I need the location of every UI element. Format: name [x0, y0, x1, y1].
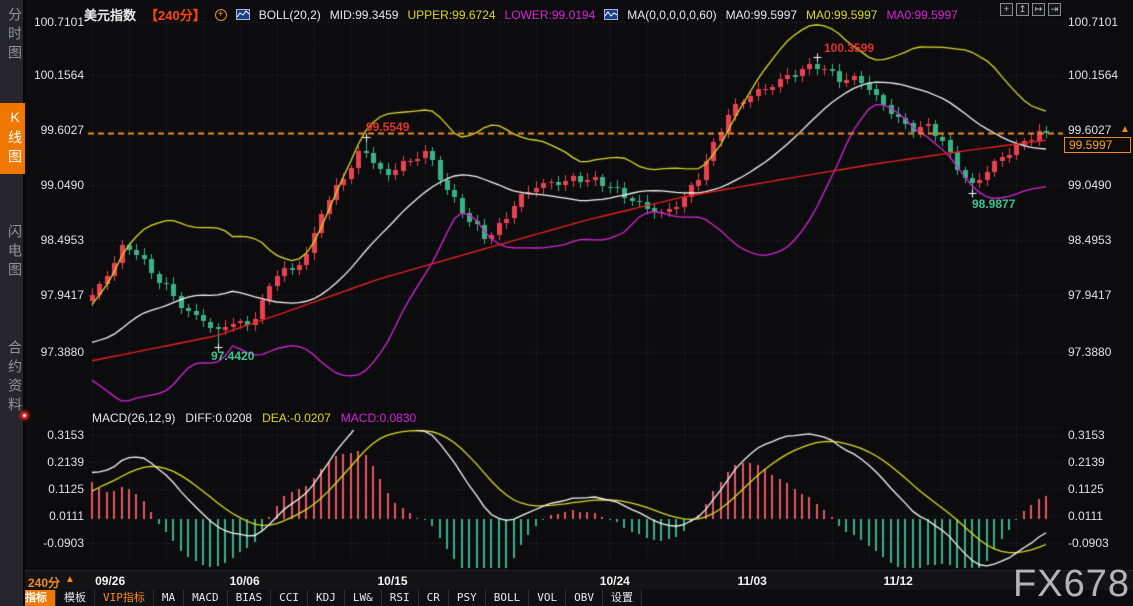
- toolbar-item-boll[interactable]: BOLL: [486, 590, 530, 606]
- price-tick-left: 100.7101: [24, 15, 84, 29]
- boll-label: BOLL(20,2): [259, 8, 321, 22]
- zoom-y-icon[interactable]: ↥: [1016, 3, 1029, 16]
- price-tick-left: 99.0490: [24, 178, 84, 192]
- toolbar-item-macd[interactable]: MACD: [184, 590, 228, 606]
- date-tick: 09/26: [95, 574, 125, 588]
- price-tick-right: 99.0490: [1068, 178, 1111, 192]
- sidebar-item-kline-chart[interactable]: K线图: [0, 103, 25, 174]
- sidebar-item-contract-info[interactable]: 合约资料: [0, 338, 25, 416]
- date-tick: 10/06: [230, 574, 260, 588]
- macd-tick-left: 0.0111: [24, 509, 84, 523]
- crosshair-icon[interactable]: +: [1000, 3, 1013, 16]
- toolbar-item-bias[interactable]: BIAS: [228, 590, 272, 606]
- toolbar-item-lwr[interactable]: LW&: [345, 590, 382, 606]
- date-tick: 11/12: [883, 574, 912, 588]
- price-up-arrow-icon: ▲: [1120, 124, 1130, 135]
- ma-indicator-icon[interactable]: [604, 9, 618, 20]
- kline-chart-canvas[interactable]: [0, 0, 1133, 606]
- ma0-value-yellow: MA0:99.5997: [806, 8, 877, 22]
- price-tick-left: 99.6027: [24, 123, 84, 137]
- macd-tick-left: -0.0903: [24, 536, 84, 550]
- price-tick-left: 100.1564: [24, 68, 84, 82]
- current-price-tag: 99.5997: [1064, 137, 1131, 153]
- boll-indicator-icon[interactable]: [236, 9, 250, 20]
- macd-tick-right: 0.0111: [1068, 509, 1103, 523]
- timeframe-label[interactable]: 240分: [28, 574, 60, 591]
- macd-params-label: MACD(26,12,9): [92, 411, 175, 425]
- macd-tick-right: -0.0903: [1068, 536, 1109, 550]
- boll-lower-value: LOWER:99.0194: [505, 8, 596, 22]
- pan-right-icon[interactable]: ⇥: [1048, 3, 1061, 16]
- price-tick-left: 97.9417: [24, 288, 84, 302]
- add-circle-icon[interactable]: +: [215, 9, 227, 21]
- macd-tick-right: 0.2139: [1068, 455, 1105, 469]
- boll-upper-value: UPPER:99.6724: [407, 8, 495, 22]
- macd-tick-left: 0.1125: [24, 482, 84, 496]
- fx678-watermark: FX678: [1013, 563, 1130, 606]
- toolbar-item-obv[interactable]: OBV: [566, 590, 603, 606]
- toolbar-item-vip-indicator[interactable]: VIP指标: [95, 590, 154, 606]
- symbol-name: 美元指数: [84, 5, 136, 24]
- price-tick-right: 98.4953: [1068, 233, 1111, 247]
- date-tick: 10/24: [600, 574, 630, 588]
- toolbar-item-ma[interactable]: MA: [154, 590, 184, 606]
- swing-low-label: 98.9877: [972, 197, 1015, 211]
- toolbar-item-cci[interactable]: CCI: [271, 590, 308, 606]
- boll-mid-value: MID:99.3459: [330, 8, 399, 22]
- date-tick: 10/15: [377, 574, 407, 588]
- toolbar-item-cr[interactable]: CR: [419, 590, 449, 606]
- macd-value: MACD:0.0830: [341, 411, 416, 425]
- time-axis-strip: 240分 ▲ 09/26 10/06 10/15 10/24 11/03 11/…: [25, 570, 1133, 590]
- price-tick-right: 97.3880: [1068, 345, 1111, 359]
- alert-dot-icon[interactable]: [21, 412, 28, 419]
- indicator-toolbar: 指标 模板 VIP指标 MA MACD BIAS CCI KDJ LW& RSI…: [17, 590, 642, 606]
- ma-label: MA(0,0,0,0,0,60): [627, 8, 716, 22]
- macd-dea-value: DEA:-0.0207: [262, 411, 331, 425]
- swing-high-label: 100.3599: [824, 41, 874, 55]
- ma0-value-white: MA0:99.5997: [726, 8, 797, 22]
- left-sidebar: 分时图 K线图 闪电图 合约资料: [0, 0, 25, 606]
- sidebar-item-timeline-chart[interactable]: 分时图: [0, 5, 25, 64]
- toolbar-item-settings[interactable]: 设置: [603, 590, 642, 606]
- price-tick-right: 97.9417: [1068, 288, 1111, 302]
- ma0-value-magenta: MA0:99.5997: [886, 8, 957, 22]
- toolbar-item-vol[interactable]: VOL: [529, 590, 566, 606]
- price-tick-right: 99.6027: [1068, 123, 1111, 137]
- toolbar-item-template[interactable]: 模板: [56, 590, 95, 606]
- macd-tick-right: 0.3153: [1068, 428, 1105, 442]
- swing-high-label: 99.5549: [366, 120, 409, 134]
- zoom-x-icon[interactable]: ↦: [1032, 3, 1045, 16]
- timeframe-up-arrow-icon[interactable]: ▲: [65, 574, 75, 585]
- period-label: 【240分】: [145, 5, 206, 24]
- price-tick-right: 100.7101: [1068, 15, 1118, 29]
- macd-tick-left: 0.2139: [24, 455, 84, 469]
- macd-diff-value: DIFF:0.0208: [185, 411, 252, 425]
- swing-low-label: 97.4420: [211, 349, 254, 363]
- toolbar-item-rsi[interactable]: RSI: [382, 590, 419, 606]
- chart-title-bar: 美元指数 【240分】 + BOLL(20,2) MID:99.3459 UPP…: [84, 5, 958, 24]
- macd-tick-left: 0.3153: [24, 428, 84, 442]
- price-tick-right: 100.1564: [1068, 68, 1118, 82]
- toolbar-item-psy[interactable]: PSY: [449, 590, 486, 606]
- macd-tick-right: 0.1125: [1068, 482, 1104, 496]
- sidebar-item-lightning-chart[interactable]: 闪电图: [0, 222, 25, 281]
- chart-tool-icons: + ↥ ↦ ⇥: [1000, 3, 1061, 16]
- trading-app-window: 分时图 K线图 闪电图 合约资料 美元指数 【240分】 + BOLL(20,2…: [0, 0, 1133, 606]
- macd-header: MACD(26,12,9) DIFF:0.0208 DEA:-0.0207 MA…: [92, 411, 416, 425]
- price-tick-left: 97.3880: [24, 345, 84, 359]
- date-tick: 11/03: [737, 574, 766, 588]
- price-tick-left: 98.4953: [24, 233, 84, 247]
- toolbar-item-kdj[interactable]: KDJ: [308, 590, 345, 606]
